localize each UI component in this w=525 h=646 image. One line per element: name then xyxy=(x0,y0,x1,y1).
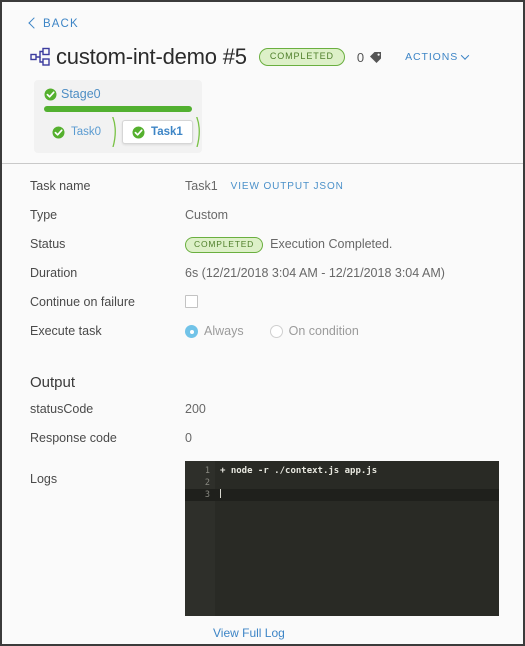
task-node-task1[interactable]: Task1 xyxy=(122,120,193,144)
check-circle-icon xyxy=(132,126,145,139)
view-output-json-link[interactable]: VIEW OUTPUT JSON xyxy=(231,178,344,195)
detail-value: Task1 VIEW OUTPUT JSON xyxy=(185,178,344,195)
back-button[interactable]: BACK xyxy=(28,17,79,30)
chevron-down-icon xyxy=(460,51,470,60)
detail-row-continue-on-failure: Continue on failure xyxy=(2,294,523,323)
detail-row-execute-task: Execute task Always On condition xyxy=(2,323,523,352)
detail-label: Task name xyxy=(30,179,91,193)
back-label: BACK xyxy=(43,17,79,30)
status-badge: COMPLETED xyxy=(258,48,345,66)
detail-value: COMPLETED Execution Completed. xyxy=(185,236,392,253)
log-console[interactable]: 1 2 3 + node -r ./context.js app.js xyxy=(185,461,499,616)
detail-value xyxy=(185,294,198,308)
log-content: + node -r ./context.js app.js xyxy=(215,461,499,616)
check-circle-icon xyxy=(52,126,65,139)
output-section-title: Output xyxy=(30,374,76,391)
line-number: 1 xyxy=(204,466,210,476)
detail-label: statusCode xyxy=(30,402,94,416)
chevron-left-icon xyxy=(28,17,40,29)
task-name-value: Task1 xyxy=(185,179,218,193)
log-line: + node -r ./context.js app.js xyxy=(220,466,378,476)
execute-task-radio-group: Always On condition xyxy=(185,323,359,340)
radio-unselected-icon xyxy=(269,325,283,338)
detail-row-task-name: Task name Task1 VIEW OUTPUT JSON xyxy=(2,178,523,207)
line-number: 2 xyxy=(204,478,210,488)
stage-card[interactable]: Stage0 Task0 Task1 xyxy=(34,80,202,153)
page-header: custom-int-demo #5 COMPLETED 0 ACTIONS xyxy=(2,32,523,70)
line-number: 3 xyxy=(185,489,215,501)
radio-always[interactable]: Always xyxy=(185,323,244,340)
detail-value: Always On condition xyxy=(185,323,359,340)
detail-row-logs: Logs 1 2 3 + node -r ./context.js app.js xyxy=(2,461,523,616)
back-bar: BACK xyxy=(2,2,523,32)
pipeline-graph: Stage0 Task0 Task1 xyxy=(2,70,523,153)
detail-value: 200 xyxy=(185,402,206,416)
actions-menu-button[interactable]: ACTIONS xyxy=(405,51,470,63)
status-message: Execution Completed. xyxy=(270,237,393,251)
task-node-task0[interactable]: Task0 xyxy=(44,120,109,144)
log-line-active xyxy=(215,489,499,501)
page-title: custom-int-demo #5 xyxy=(56,44,247,69)
pipeline-icon xyxy=(28,44,54,70)
radio-label: Always xyxy=(204,324,244,338)
stage-progress-bar xyxy=(44,106,192,112)
view-full-log-link[interactable]: View Full Log xyxy=(2,616,523,640)
tag-count: 0 xyxy=(356,49,365,65)
check-circle-icon xyxy=(44,88,57,101)
detail-value: 6s (12/21/2018 3:04 AM - 12/21/2018 3:04… xyxy=(185,266,445,280)
task-label: Task0 xyxy=(71,126,102,138)
status-badge: COMPLETED xyxy=(185,236,264,253)
task-connector-icon xyxy=(111,114,120,148)
actions-label: ACTIONS xyxy=(405,51,459,63)
tag-icon xyxy=(369,51,383,64)
detail-value: 0 xyxy=(185,431,192,445)
task-detail-window: BACK custom-int-demo #5 COMPLETED 0 ACTI… xyxy=(0,0,525,646)
detail-label: Response code xyxy=(30,431,117,445)
stage-name: Stage0 xyxy=(61,87,101,101)
detail-label: Continue on failure xyxy=(30,295,135,309)
task-details: Task name Task1 VIEW OUTPUT JSON Type Cu… xyxy=(2,164,523,352)
detail-row-status: Status COMPLETED Execution Completed. xyxy=(2,236,523,265)
task-list: Task0 Task1 xyxy=(34,114,204,148)
detail-label: Duration xyxy=(30,266,78,280)
detail-row-type: Type Custom xyxy=(2,207,523,236)
detail-label: Type xyxy=(30,208,58,222)
radio-label: On condition xyxy=(288,324,359,338)
detail-value: Custom xyxy=(185,208,229,222)
detail-label: Logs xyxy=(30,472,58,486)
text-cursor xyxy=(220,489,221,498)
log-gutter: 1 2 3 xyxy=(185,461,215,616)
continue-on-failure-checkbox[interactable] xyxy=(185,295,198,308)
radio-selected-icon xyxy=(185,325,198,338)
detail-row-duration: Duration 6s (12/21/2018 3:04 AM - 12/21/… xyxy=(2,265,523,294)
radio-on-condition[interactable]: On condition xyxy=(269,323,359,340)
task-label: Task1 xyxy=(151,126,183,138)
output-details: statusCode 200 Response code 0 Logs 1 2 … xyxy=(2,395,523,640)
task-connector-icon xyxy=(195,114,204,148)
detail-label: Execute task xyxy=(30,324,102,338)
detail-row-status-code: statusCode 200 xyxy=(2,401,523,430)
detail-row-response-code: Response code 0 xyxy=(2,430,523,459)
stage-header: Stage0 xyxy=(34,86,202,105)
detail-label: Status xyxy=(30,237,66,251)
